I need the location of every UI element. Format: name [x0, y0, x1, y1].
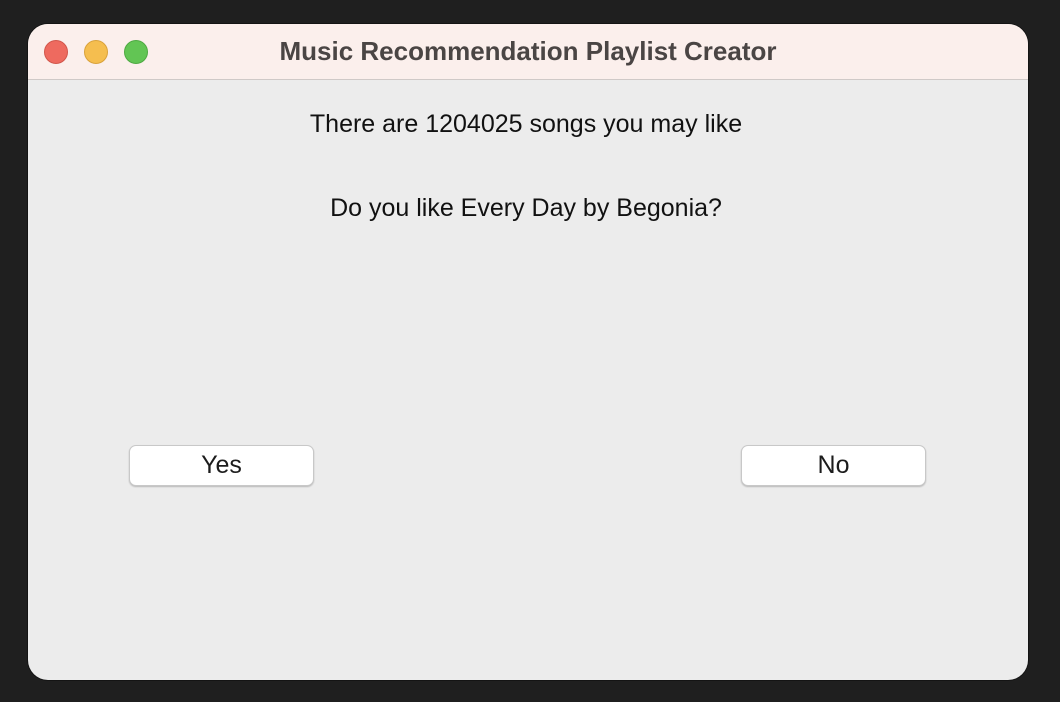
window-title: Music Recommendation Playlist Creator — [279, 36, 777, 66]
main-content: There are 1204025 songs you may like Do … — [28, 80, 1028, 680]
title-bar[interactable]: Music Recommendation Playlist Creator — [28, 24, 1028, 80]
song-question-label: Do you like Every Day by Begonia? — [330, 194, 722, 222]
no-button[interactable]: No — [741, 445, 926, 486]
song-count-label: There are 1204025 songs you may like — [309, 110, 743, 138]
app-window: Music Recommendation Playlist Creator Th… — [28, 24, 1028, 680]
yes-button[interactable]: Yes — [129, 445, 314, 486]
